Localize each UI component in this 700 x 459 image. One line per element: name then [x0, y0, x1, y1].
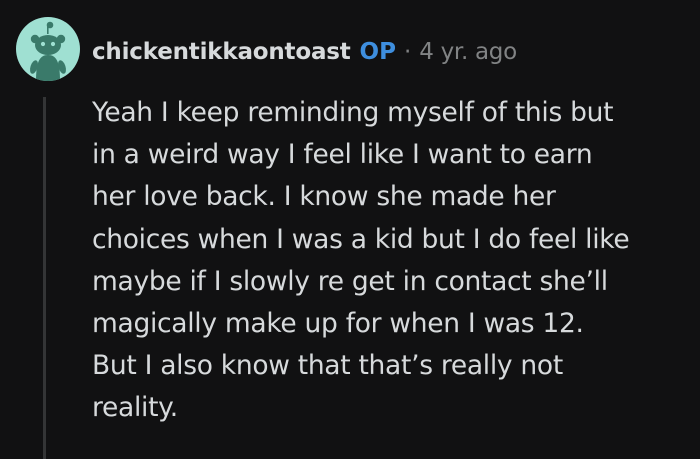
comment: chickentikkaontoast OP · 4 yr. ago Yeah …	[0, 0, 700, 459]
snoo-avatar-icon	[30, 21, 66, 81]
user-avatar[interactable]	[16, 17, 80, 81]
comment-body: Yeah I keep reminding myself of this but…	[92, 97, 630, 424]
thread-collapse-line[interactable]	[43, 97, 46, 459]
comment-author-username[interactable]: chickentikkaontoast	[92, 36, 351, 68]
comment-header: chickentikkaontoast OP · 4 yr. ago	[92, 36, 517, 68]
comment-timestamp[interactable]: 4 yr. ago	[419, 36, 517, 68]
op-badge: OP	[359, 39, 396, 65]
meta-separator: ·	[403, 39, 412, 65]
